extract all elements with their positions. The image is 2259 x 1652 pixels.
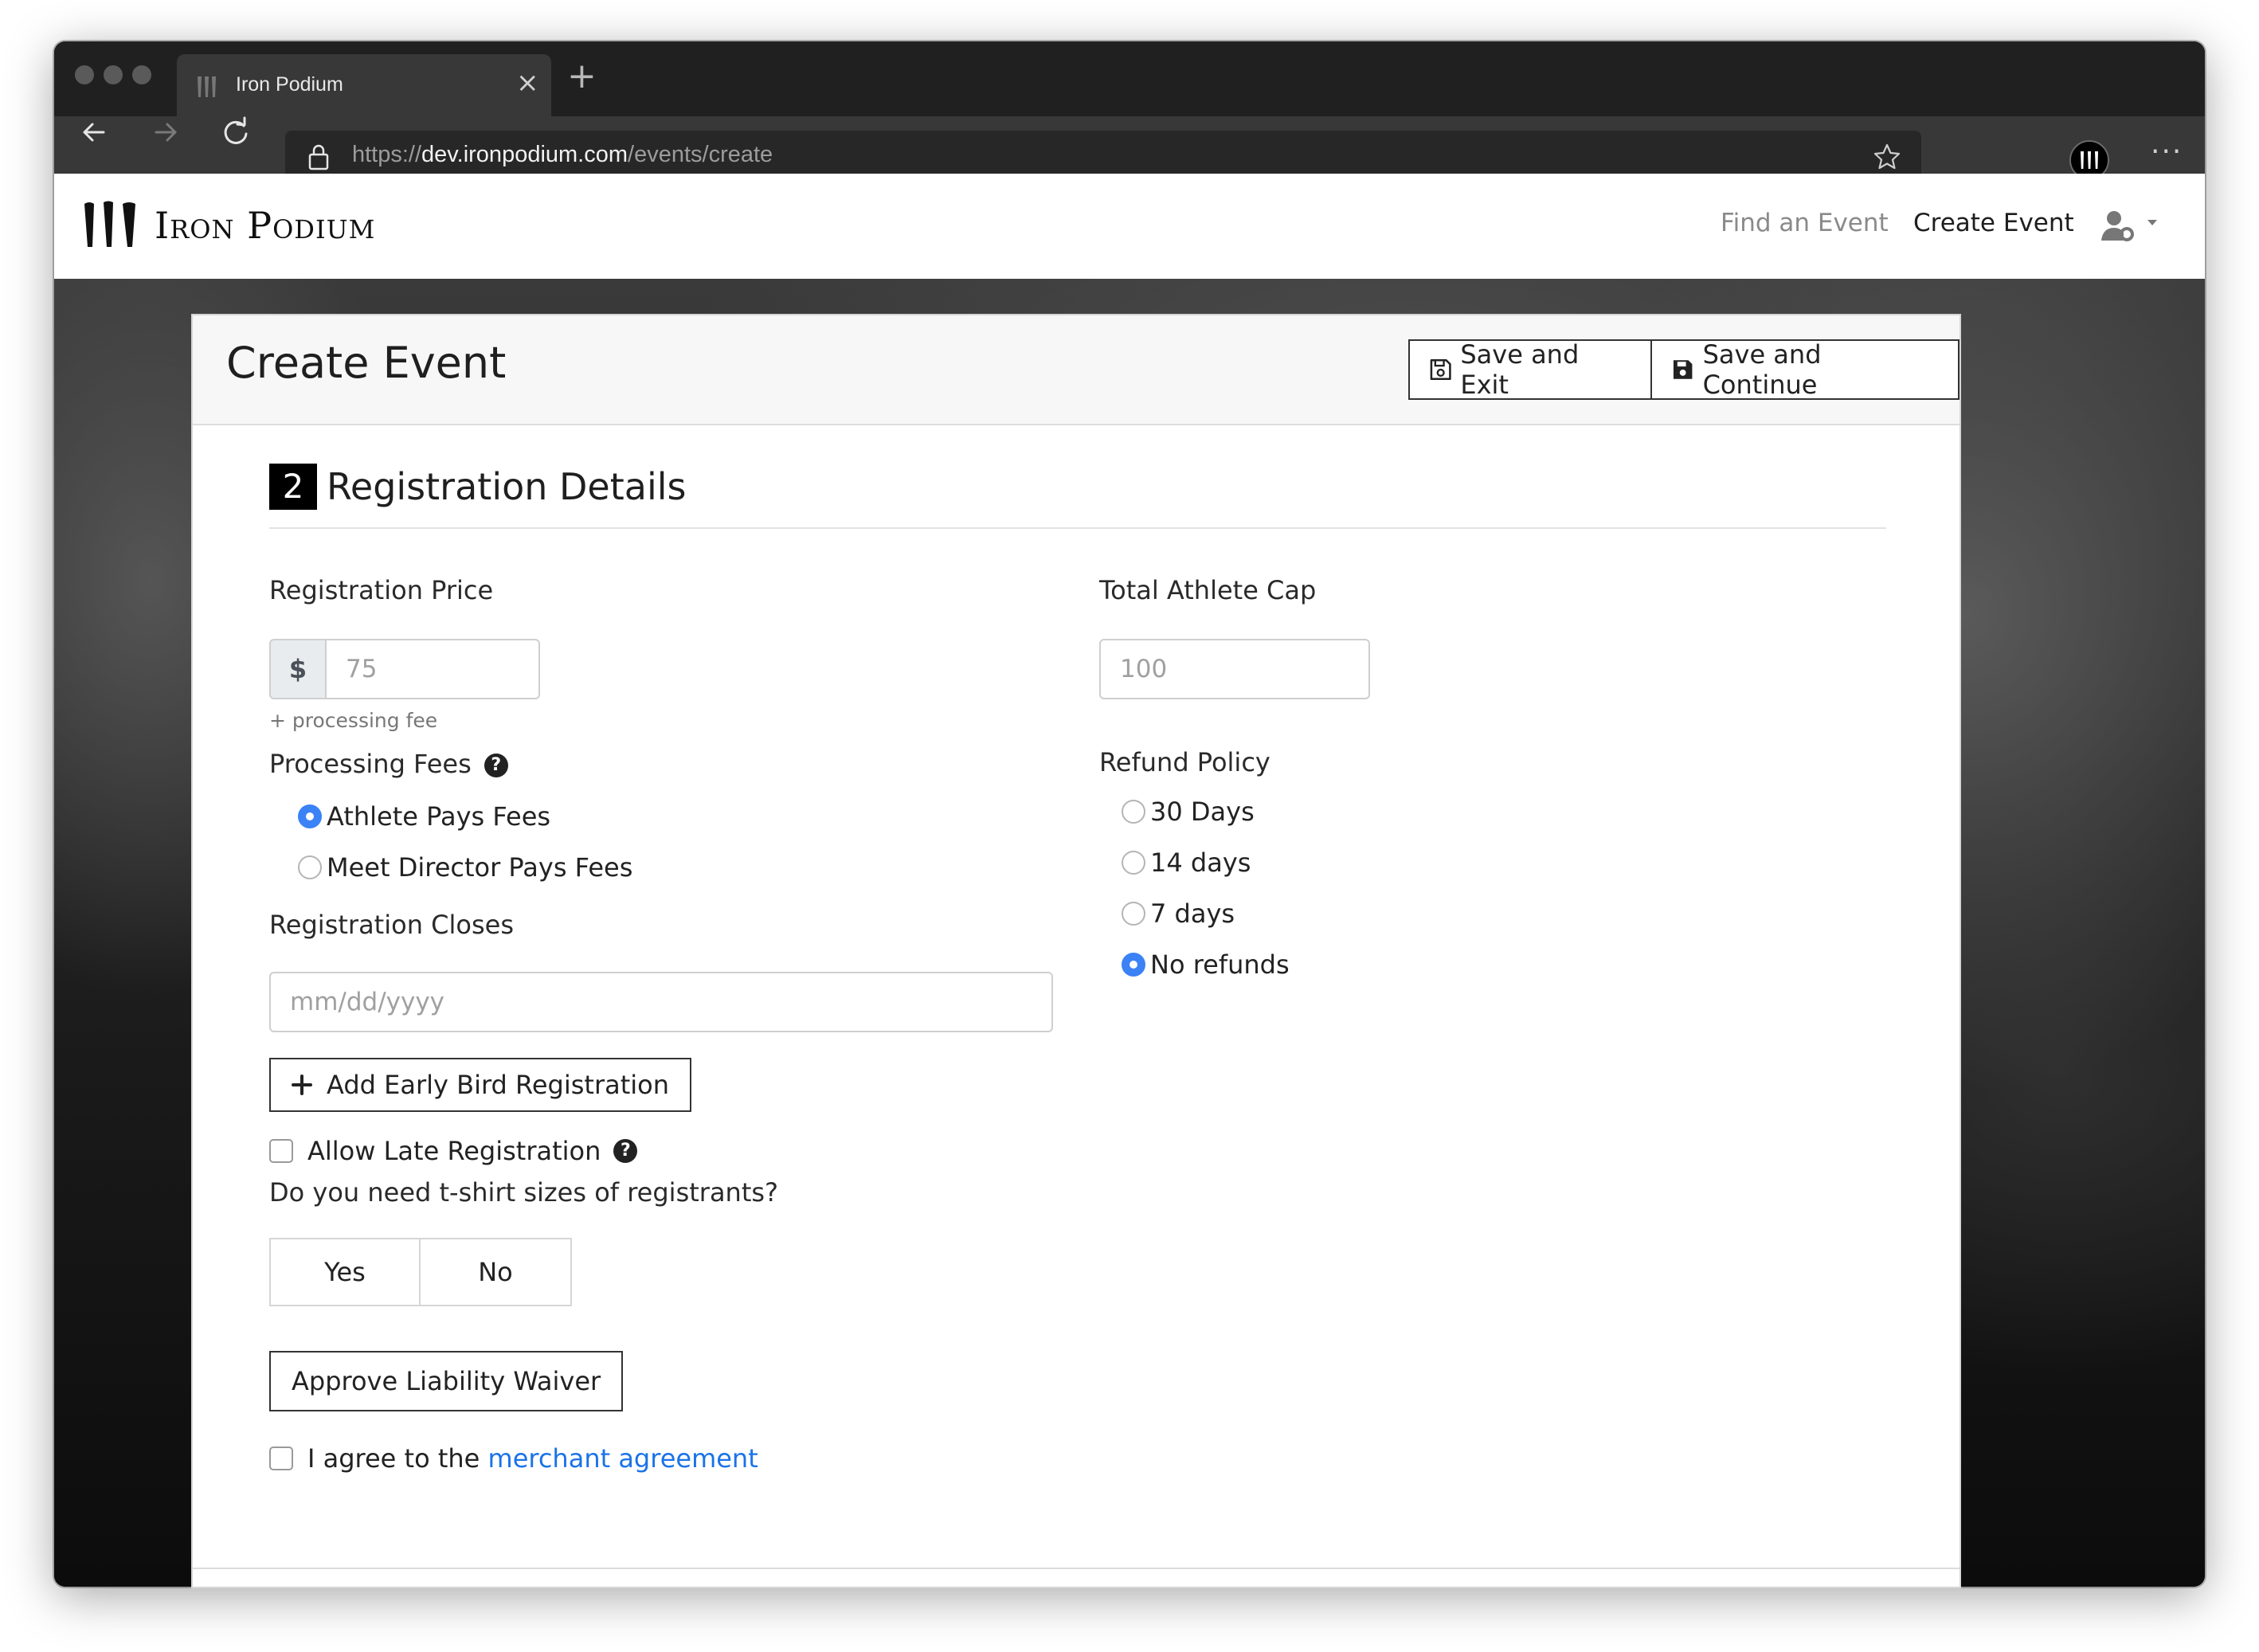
reload-icon[interactable] xyxy=(213,110,258,155)
user-cog-icon xyxy=(2101,211,2157,241)
processing-fees-label: Processing Fees xyxy=(269,749,472,779)
radio-refund-7-days[interactable]: 7 days xyxy=(1122,898,1235,929)
athlete-cap-input[interactable] xyxy=(1099,639,1370,699)
radio-button[interactable] xyxy=(1122,953,1145,977)
radio-refund-14-days[interactable]: 14 days xyxy=(1122,848,1251,878)
refund-policy-label: Refund Policy xyxy=(1099,747,1270,777)
nav-find-event[interactable]: Find an Event xyxy=(1721,209,1889,237)
tshirt-question: Do you need t-shirt sizes of registrants… xyxy=(269,1177,779,1208)
nav-create-event[interactable]: Create Event xyxy=(1913,209,2074,237)
registration-closes-date-input[interactable] xyxy=(269,972,1053,1032)
merchant-agreement-checkbox-row[interactable]: I agree to the merchant agreement xyxy=(269,1443,758,1474)
tshirt-yes-button[interactable]: Yes xyxy=(269,1238,421,1306)
radio-label: Athlete Pays Fees xyxy=(327,801,551,832)
approve-liability-waiver-button[interactable]: Approve Liability Waiver xyxy=(269,1351,624,1411)
merchant-agreement-text: I agree to the xyxy=(307,1443,480,1474)
site-header: Iron Podium Find an Event Create Event xyxy=(54,174,2205,279)
card-footer-divider xyxy=(193,1568,1959,1569)
card-header: Create Event Save and Exit Save and Cont… xyxy=(193,315,1959,425)
radio-button[interactable] xyxy=(1122,800,1145,824)
allow-late-registration-checkbox-row[interactable]: Allow Late Registration ? xyxy=(269,1136,638,1166)
tshirt-no-button[interactable]: No xyxy=(421,1238,572,1306)
forward-arrow-icon[interactable] xyxy=(143,110,188,155)
tab-close-icon[interactable]: × xyxy=(516,67,539,99)
save-and-exit-button[interactable]: Save and Exit xyxy=(1408,339,1653,400)
brand-logo[interactable]: Iron Podium xyxy=(83,198,375,253)
caret-down-icon xyxy=(2147,220,2157,225)
section-title: Registration Details xyxy=(327,465,687,508)
star-icon[interactable] xyxy=(1872,142,1902,172)
tshirt-toggle-group: Yes No xyxy=(269,1238,572,1306)
back-arrow-icon[interactable] xyxy=(72,110,116,155)
iron-podium-logo-icon xyxy=(84,201,135,247)
save-icon xyxy=(1674,360,1693,379)
radio-athlete-pays-fees[interactable]: Athlete Pays Fees xyxy=(298,801,550,832)
radio-label: 14 days xyxy=(1150,848,1251,878)
iron-podium-favicon-icon xyxy=(198,76,216,97)
create-event-card: Create Event Save and Exit Save and Cont… xyxy=(191,314,1961,1588)
tab-strip: Iron Podium × + xyxy=(54,41,2205,116)
section-heading: 2 Registration Details xyxy=(269,464,1886,529)
window-zoom-dot[interactable] xyxy=(132,65,151,84)
athlete-cap-label: Total Athlete Cap xyxy=(1099,575,1317,605)
radio-button[interactable] xyxy=(298,855,322,879)
new-tab-icon[interactable]: + xyxy=(567,59,597,94)
radio-button[interactable] xyxy=(1122,851,1145,875)
merchant-agreement-link[interactable]: merchant agreement xyxy=(488,1443,758,1474)
page-title: Create Event xyxy=(226,338,507,388)
currency-addon: $ xyxy=(269,639,325,699)
radio-meet-director-pays-fees[interactable]: Meet Director Pays Fees xyxy=(298,852,632,883)
save-and-continue-button[interactable]: Save and Continue xyxy=(1652,339,1959,400)
radio-label: Meet Director Pays Fees xyxy=(327,852,633,883)
allow-late-registration-checkbox[interactable] xyxy=(269,1139,293,1163)
radio-no-refunds[interactable]: No refunds xyxy=(1122,949,1290,980)
registration-closes-label: Registration Closes xyxy=(269,910,514,940)
radio-label: 7 days xyxy=(1150,898,1235,929)
step-number-badge: 2 xyxy=(269,464,317,510)
plus-icon xyxy=(292,1075,312,1095)
save-and-continue-label: Save and Continue xyxy=(1702,339,1822,400)
window-close-dot[interactable] xyxy=(75,65,94,84)
registration-price-input[interactable] xyxy=(325,639,540,699)
question-circle-icon[interactable]: ? xyxy=(613,1139,638,1163)
radio-button[interactable] xyxy=(1122,902,1145,926)
add-early-bird-button[interactable]: Add Early Bird Registration xyxy=(269,1058,691,1112)
question-circle-icon[interactable]: ? xyxy=(484,754,508,777)
radio-label: No refunds xyxy=(1150,949,1290,980)
processing-fee-help: + processing fee xyxy=(269,709,438,732)
allow-late-registration-label: Allow Late Registration xyxy=(307,1136,601,1166)
radio-refund-30-days[interactable]: 30 Days xyxy=(1122,797,1255,827)
browser-tab[interactable]: Iron Podium × xyxy=(177,54,551,116)
registration-price-label: Registration Price xyxy=(269,575,494,605)
radio-label: 30 Days xyxy=(1150,797,1255,827)
tab-title: Iron Podium xyxy=(236,73,343,96)
save-button-group: Save and Exit Save and Continue xyxy=(1408,339,1959,400)
merchant-agreement-checkbox[interactable] xyxy=(269,1446,293,1470)
save-outline-icon xyxy=(1430,358,1451,381)
registration-price-group: $ xyxy=(269,639,540,699)
window-minimize-dot[interactable] xyxy=(104,65,123,84)
add-early-bird-label: Add Early Bird Registration xyxy=(327,1070,669,1100)
url-text: https://dev.ironpodium.com/events/create xyxy=(352,142,773,167)
lock-icon xyxy=(308,144,329,170)
radio-button[interactable] xyxy=(298,804,322,828)
processing-fees-label-row: Processing Fees? xyxy=(269,749,508,779)
user-settings-menu[interactable] xyxy=(2101,209,2165,244)
more-menu-icon[interactable]: ··· xyxy=(2151,135,2183,168)
save-and-exit-label: Save and Exit xyxy=(1460,339,1580,400)
brand-name: Iron Podium xyxy=(155,204,376,247)
